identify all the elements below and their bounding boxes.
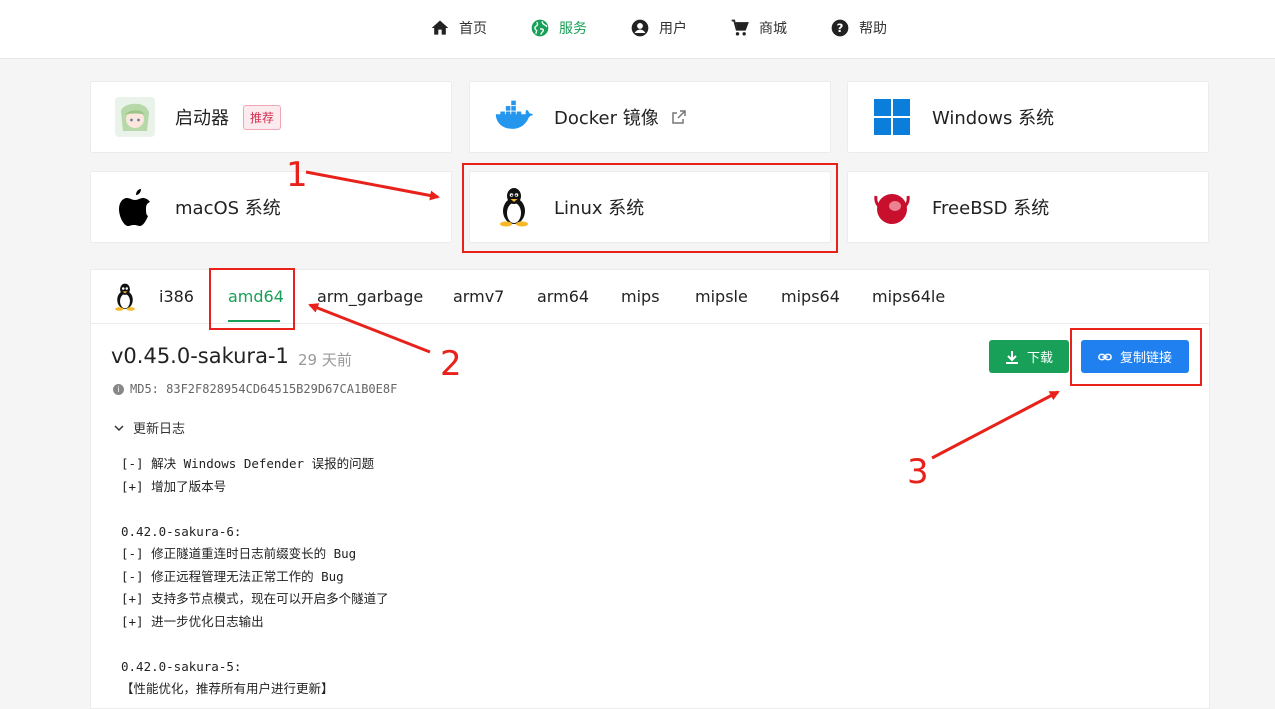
changelog-line: 0.42.0-sakura-6: (121, 523, 242, 539)
nav-item-services[interactable]: 服务 (530, 17, 587, 39)
svg-text:?: ? (837, 21, 844, 35)
freebsd-icon (872, 187, 912, 227)
home-icon (431, 20, 449, 35)
card-launcher[interactable]: 启动器 推荐 (90, 81, 452, 153)
release-age: 29 天前 (298, 351, 352, 369)
changelog-content: [-] 解决 Windows Defender 误报的问题 [+] 增加了版本号… (121, 453, 389, 701)
changelog-line: [+] 进一步优化日志输出 (121, 613, 264, 629)
top-navigation: 首页 服务 用户 商城 ? 帮助 (0, 0, 1275, 59)
annotation-number-3: 3 (907, 452, 929, 492)
changelog-line: [+] 增加了版本号 (121, 478, 227, 494)
launcher-avatar-icon (115, 97, 155, 137)
nav-item-home[interactable]: 首页 (430, 17, 487, 39)
apple-icon (115, 187, 155, 227)
annotation-box-copy-link (1070, 328, 1202, 386)
card-label: Docker 镜像 (554, 108, 659, 129)
annotation-box-linux (462, 163, 838, 253)
docker-icon (494, 97, 534, 137)
external-link-icon (672, 110, 686, 124)
annotation-number-1: 1 (286, 155, 308, 195)
card-macos[interactable]: macOS 系统 (90, 171, 452, 243)
changelog-line: [+] 支持多节点模式，现在可以开启多个隧道了 (121, 591, 389, 606)
nav-item-shop[interactable]: 商城 (730, 17, 787, 39)
globe-icon (531, 19, 549, 37)
tab-arm64[interactable]: arm64 (537, 287, 589, 306)
tab-mips64le[interactable]: mips64le (872, 287, 945, 306)
nav-item-label: 商城 (759, 21, 787, 37)
card-label: 启动器 (175, 108, 229, 129)
nav-item-help[interactable]: ? 帮助 (830, 17, 887, 39)
release-version: v0.45.0-sakura-1 (111, 344, 289, 368)
download-label: 下载 (1026, 351, 1053, 366)
md5-text: MD5: 83F2F828954CD64515B29D67CA1B0E8F (130, 382, 398, 396)
windows-icon (872, 97, 912, 137)
download-icon (1005, 350, 1018, 364)
tab-i386[interactable]: i386 (159, 287, 194, 306)
tab-mips[interactable]: mips (621, 287, 660, 306)
nav-item-user[interactable]: 用户 (630, 17, 687, 39)
md5-hash: i MD5: 83F2F828954CD64515B29D67CA1B0E8F (113, 382, 397, 396)
info-icon: i (113, 383, 124, 395)
changelog-line (121, 498, 389, 521)
nav-item-label: 帮助 (859, 21, 887, 37)
changelog-toggle[interactable]: 更新日志 (113, 418, 185, 437)
annotation-box-amd64 (209, 268, 295, 330)
annotation-number-2: 2 (440, 344, 462, 384)
card-docker[interactable]: Docker 镜像 (469, 81, 831, 153)
tab-mips64[interactable]: mips64 (781, 287, 840, 306)
tab-armv7[interactable]: armv7 (453, 287, 504, 306)
card-label: Windows 系统 (932, 108, 1055, 129)
changelog-line (121, 633, 389, 656)
nav-item-label: 服务 (559, 21, 587, 37)
recommend-badge: 推荐 (243, 104, 282, 130)
card-label: FreeBSD 系统 (932, 198, 1050, 219)
download-panel: i386 amd64 arm_garbage armv7 arm64 mips … (90, 269, 1210, 709)
card-label: macOS 系统 (175, 198, 281, 219)
tab-mipsle[interactable]: mipsle (695, 287, 748, 306)
changelog-line: [-] 修正远程管理无法正常工作的 Bug (121, 568, 344, 584)
help-icon: ? (831, 19, 849, 37)
changelog-toggle-label: 更新日志 (133, 422, 186, 437)
changelog-line: 【性能优化，推荐所有用户进行更新】 (121, 681, 334, 696)
changelog-line: [-] 修正隧道重连时日志前缀变长的 Bug (121, 546, 357, 561)
user-icon (631, 19, 649, 37)
download-button[interactable]: 下载 (989, 340, 1069, 373)
nav-item-label: 首页 (459, 21, 487, 37)
linux-tux-icon (115, 283, 135, 311)
chevron-down-icon (114, 424, 124, 431)
changelog-line: 0.42.0-sakura-5: (121, 658, 242, 674)
tab-arm-garbage[interactable]: arm_garbage (317, 287, 423, 306)
cart-icon (731, 19, 749, 36)
card-windows[interactable]: Windows 系统 (847, 81, 1209, 153)
card-freebsd[interactable]: FreeBSD 系统 (847, 171, 1209, 243)
nav-item-label: 用户 (659, 21, 687, 37)
changelog-line: [-] 解决 Windows Defender 误报的问题 (121, 456, 375, 471)
